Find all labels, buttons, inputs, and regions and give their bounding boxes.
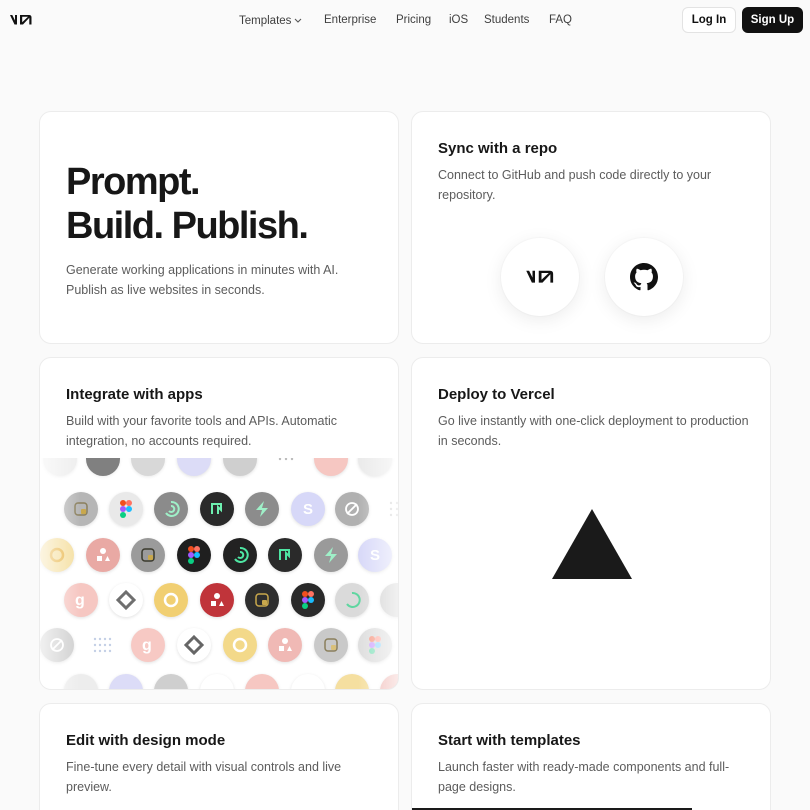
stripe-icon (177, 458, 211, 476)
design-mode-card-title: Edit with design mode (66, 732, 226, 749)
hero-heading-line1: Prompt. (66, 161, 201, 203)
ring-icon (223, 628, 257, 662)
dots-icon (86, 628, 120, 662)
integrate-card: Integrate with apps Build with your favo… (39, 357, 399, 690)
dots-icon (200, 674, 234, 689)
figma-icon (177, 538, 211, 572)
dots-icon (269, 458, 303, 476)
nav-templates-label: Templates (239, 15, 292, 27)
neon-icon (314, 628, 348, 662)
stripe-icon: S (291, 492, 325, 526)
sync-card: Sync with a repo Connect to GitHub and p… (411, 111, 771, 344)
top-navbar: Templates Enterprise Pricing iOS Student… (0, 0, 810, 40)
grok-icon (154, 674, 188, 689)
hero-heading-line2: Build. Publish. (66, 205, 309, 247)
elevenlabs-icon (200, 583, 234, 617)
groq-icon (314, 458, 348, 476)
hero-description: Generate working applications in minutes… (66, 263, 339, 297)
openai-icon (154, 492, 188, 526)
neon-icon (245, 583, 279, 617)
design-mode-card-description: Fine-tune every detail with visual contr… (66, 760, 342, 794)
stripe-icon (109, 674, 143, 689)
notion-icon (268, 538, 302, 572)
nav-templates[interactable]: Templates (239, 12, 302, 29)
nav-students[interactable]: Students (484, 12, 529, 28)
supabase-icon (314, 538, 348, 572)
templates-card-description: Launch faster with ready-made components… (438, 760, 730, 794)
fade-right (358, 458, 398, 689)
fade-left (40, 458, 80, 689)
upstash-icon (131, 458, 165, 476)
svg-text:S: S (303, 501, 313, 517)
nav-ios[interactable]: iOS (449, 12, 468, 28)
sanity-icon (177, 628, 211, 662)
chevron-down-icon (294, 12, 302, 28)
templates-card: Start with templates Launch faster with … (411, 703, 771, 810)
supabase-icon (245, 492, 279, 526)
groq-icon (245, 674, 279, 689)
github-icon (605, 238, 683, 316)
figma-icon (86, 458, 120, 476)
sync-card-title: Sync with a repo (438, 140, 558, 157)
integrate-card-description: Build with your favorite tools and APIs.… (66, 414, 337, 448)
figma-icon (109, 492, 143, 526)
integrate-card-title: Integrate with apps (66, 386, 203, 403)
signup-button[interactable]: Sign Up (742, 7, 803, 33)
login-button[interactable]: Log In (682, 7, 736, 33)
svg-text:g: g (142, 637, 152, 654)
sanity-icon (291, 674, 325, 689)
openai-icon (223, 538, 257, 572)
neon-icon (131, 538, 165, 572)
deploy-card: Deploy to Vercel Go live instantly with … (411, 357, 771, 690)
nav-faq[interactable]: FAQ (549, 12, 572, 28)
deploy-card-description: Go live instantly with one-click deploym… (438, 414, 749, 448)
templates-card-title: Start with templates (438, 732, 581, 749)
vercel-triangle-icon (552, 509, 632, 579)
figma-icon (291, 583, 325, 617)
hero-card: Prompt. Build. Publish. Generate working… (39, 111, 399, 344)
deploy-card-title: Deploy to Vercel (438, 386, 555, 403)
sanity-icon (109, 583, 143, 617)
elevenlabs-icon (86, 538, 120, 572)
design-mode-card: Edit with design mode Fine-tune every de… (39, 703, 399, 810)
sync-card-description: Connect to GitHub and push code directly… (438, 168, 712, 202)
grok-icon (223, 458, 257, 476)
elevenlabs-icon (268, 628, 302, 662)
nav-pricing[interactable]: Pricing (396, 12, 431, 28)
v0-logo-icon (501, 238, 579, 316)
hero-heading: Prompt. Build. Publish. (66, 160, 309, 248)
notion-icon (200, 492, 234, 526)
nav-enterprise[interactable]: Enterprise (324, 12, 376, 28)
ring-icon (154, 583, 188, 617)
app-icon-grid: S S (40, 458, 398, 689)
groq-icon: g (131, 628, 165, 662)
